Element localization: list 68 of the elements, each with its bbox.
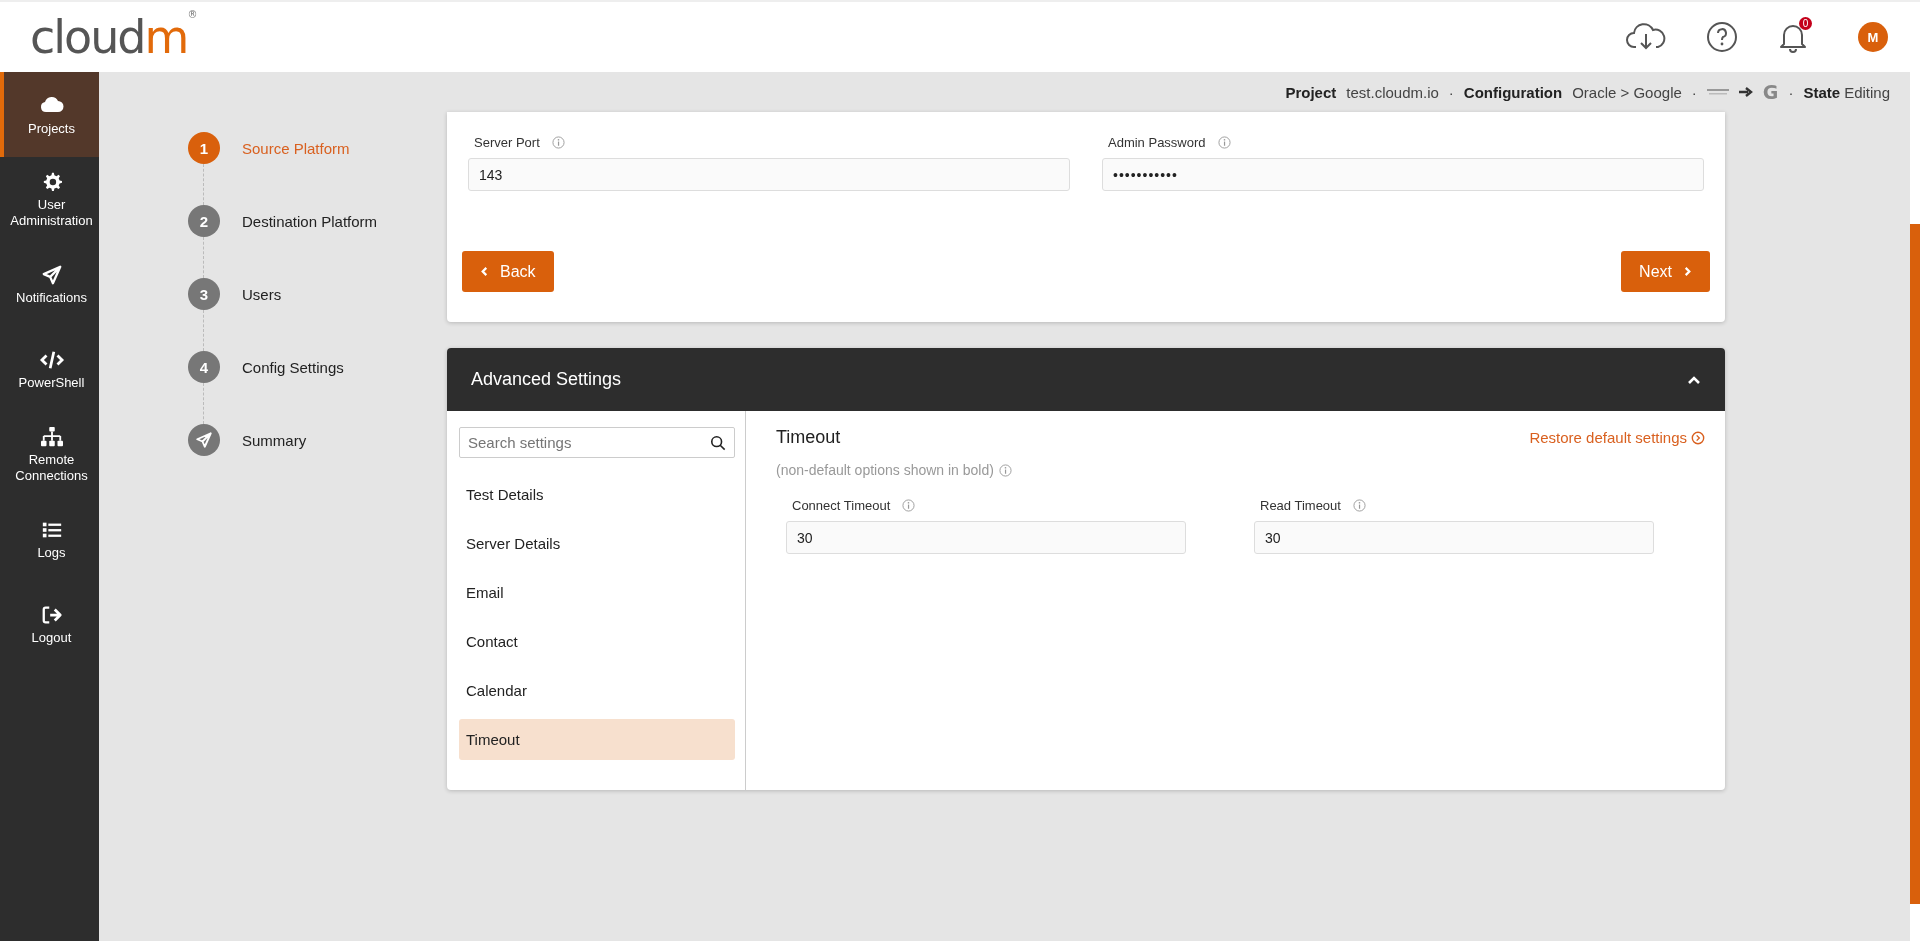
input-field[interactable]: 30 [786, 521, 1186, 554]
search-icon[interactable] [710, 435, 726, 451]
input-field[interactable]: 143 [468, 158, 1070, 191]
step-number[interactable]: 1 [188, 132, 220, 164]
panel-title: Advanced Settings [471, 369, 622, 390]
project-label: Project [1285, 83, 1337, 101]
send-icon [195, 431, 213, 449]
hint-text: (non-default options shown in bold) [776, 462, 994, 478]
scrollbar[interactable] [1910, 224, 1920, 904]
step-label[interactable]: Destination Platform [242, 212, 378, 230]
step-label[interactable]: Users [242, 285, 282, 303]
help-icon[interactable] [1706, 21, 1738, 53]
panel-header[interactable]: Advanced Settings [447, 348, 1725, 411]
step-number[interactable]: 2 [188, 205, 220, 237]
arrow-right-icon [1738, 87, 1753, 97]
state-label: State [1803, 83, 1841, 101]
field-label: Server Port [474, 135, 540, 150]
settings-category[interactable]: Timeout [459, 719, 735, 760]
step-label[interactable]: Config Settings [242, 358, 344, 376]
sitemap-icon [38, 425, 65, 448]
step-number[interactable]: 4 [188, 351, 220, 383]
project-name: test.cloudm.io [1346, 83, 1439, 101]
settings-category[interactable]: Email [459, 572, 735, 613]
next-button[interactable]: Next [1621, 251, 1710, 292]
settings-category[interactable]: Calendar [459, 670, 735, 711]
back-button[interactable]: Back [462, 251, 554, 292]
sidebar-item[interactable]: PowerShell [0, 327, 99, 412]
info-icon[interactable] [551, 136, 565, 149]
field-label: Admin Password [1108, 135, 1206, 150]
section-title: Timeout [776, 427, 841, 448]
sidebar-item[interactable]: User Administration [0, 157, 99, 242]
field-label: Connect Timeout [792, 498, 891, 513]
step-number[interactable]: 3 [188, 278, 220, 310]
step-number[interactable] [188, 424, 220, 456]
field-label: Read Timeout [1260, 498, 1341, 513]
arrow-circle-icon [1691, 430, 1705, 445]
input-field[interactable]: ••••••••••• [1102, 158, 1704, 191]
step-label[interactable]: Summary [242, 431, 307, 449]
separator: · [1788, 83, 1794, 101]
cloud-download-icon[interactable] [1626, 22, 1666, 52]
destination-logo: G [1762, 81, 1779, 103]
sidebar-item[interactable]: Logout [0, 582, 99, 667]
sidebar-item[interactable]: Remote Connections [0, 412, 99, 497]
code-icon [38, 348, 65, 371]
restore-defaults-link[interactable]: Restore default settings [1529, 429, 1705, 446]
source-logo-icon [1706, 89, 1729, 95]
sidebar-item[interactable]: Notifications [0, 242, 99, 327]
configuration-label: Configuration [1463, 83, 1563, 101]
info-icon[interactable] [902, 499, 916, 512]
chevron-icon[interactable] [1687, 374, 1701, 385]
settings-category[interactable]: Test Details [459, 474, 735, 515]
send-icon [40, 263, 63, 286]
chevron-left-icon [480, 266, 489, 277]
settings-category[interactable]: Server Details [459, 523, 735, 564]
settings-category[interactable]: Contact [459, 621, 735, 662]
separator: · [1448, 83, 1454, 101]
separator: · [1691, 83, 1697, 101]
notification-badge: 0 [1799, 17, 1812, 30]
sidebar-item[interactable]: Projects [0, 72, 99, 157]
configuration-name: Oracle > Google [1572, 83, 1682, 101]
user-avatar[interactable]: M [1858, 22, 1888, 52]
sidebar-item[interactable]: Logs [0, 497, 99, 582]
info-icon[interactable] [1352, 499, 1366, 512]
search-field[interactable]: Search settings [459, 427, 735, 458]
input-field[interactable]: 30 [1254, 521, 1654, 554]
info-icon[interactable] [1217, 136, 1231, 149]
state-value: Editing [1844, 83, 1890, 101]
chevron-right-icon [1683, 266, 1692, 277]
